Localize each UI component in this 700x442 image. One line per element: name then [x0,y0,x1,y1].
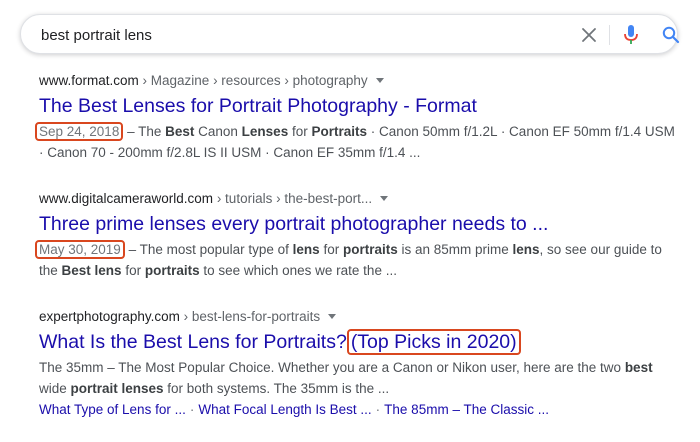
snippet-text: for [121,263,145,278]
snippet-bold-text: best [624,360,653,375]
result-domain: www.digitalcameraworld.com [39,191,214,206]
snippet-bold-text: lens [512,242,540,257]
snippet-bold-text: Lenses [241,124,289,139]
chevron-down-icon[interactable] [380,195,389,201]
microphone-icon[interactable] [619,23,643,47]
result-domain: www.format.com [39,73,139,88]
result-path: › Magazine › resources › photography [138,73,368,88]
result-snippet: May 30, 2019 – The most popular type of … [35,239,679,281]
result-date: May 30, 2019 [35,240,125,259]
snippet-bold-text: portrait lenses [70,381,164,396]
result-url[interactable]: expertphotography.com › best-lens-for-po… [39,308,679,326]
result-path: › best-lens-for-portraits [179,309,321,324]
search-icon[interactable] [659,23,683,47]
snippet-bold-text: lens [292,242,320,257]
snippet-text: – The [123,124,166,139]
sitelink[interactable]: The 85mm – The Classic ... [384,402,549,417]
chevron-down-icon[interactable] [328,313,337,319]
snippet-text: for [288,124,312,139]
snippet-text: The 35mm – The Most Popular Choice. Whet… [39,360,625,375]
snippet-bold-text: Best lens [61,263,122,278]
result-title-text: What Is the Best Lens for Portraits? [39,331,347,353]
search-result: www.digitalcameraworld.com › tutorials ›… [35,190,679,281]
sitelink[interactable]: What Focal Length Is Best ... [198,402,371,417]
search-bar [20,14,680,54]
snippet-bold-text: Portraits [311,124,367,139]
snippet-bold-text: portraits [144,263,200,278]
snippet-bold-text: portraits [342,242,398,257]
result-title[interactable]: The Best Lenses for Portrait Photography… [39,93,477,119]
chevron-down-icon[interactable] [375,77,384,83]
snippet-text: for both systems. The 35mm is the ... [163,381,390,396]
result-title[interactable]: What Is the Best Lens for Portraits? (Top… [39,329,521,355]
snippet-text: for [319,242,343,257]
result-domain: expertphotography.com [39,309,180,324]
result-url[interactable]: www.digitalcameraworld.com › tutorials ›… [39,190,679,208]
search-result: expertphotography.com › best-lens-for-po… [39,308,679,420]
result-snippet: Sep 24, 2018 – The Best Canon Lenses for… [35,121,679,163]
sitelink-separator: · [189,402,195,417]
snippet-text: – The most popular type of [124,242,293,257]
result-url[interactable]: www.format.com › Magazine › resources › … [39,72,679,90]
result-date: Sep 24, 2018 [35,122,124,141]
result-sitelinks: What Type of Lens for ... · What Focal Len… [39,400,679,420]
result-title-highlight: (Top Picks in 2020) [346,329,521,355]
search-bar-divider [609,25,610,45]
snippet-text: wide [39,381,71,396]
result-snippet: The 35mm – The Most Popular Choice. Whet… [39,357,679,399]
search-input[interactable] [41,24,521,46]
snippet-bold-text: Best [165,124,195,139]
sitelink-separator: · [375,402,381,417]
snippet-text: Canon [194,124,242,139]
snippet-text: is an 85mm prime [397,242,513,257]
search-result: www.format.com › Magazine › resources › … [35,72,679,163]
result-title[interactable]: Three prime lenses every portrait photog… [39,211,548,237]
close-icon[interactable] [577,23,601,47]
result-path: › tutorials › the-best-port... [213,191,373,206]
snippet-text: to see which ones we rate the ... [199,263,397,278]
sitelink[interactable]: What Type of Lens for ... [39,402,186,417]
